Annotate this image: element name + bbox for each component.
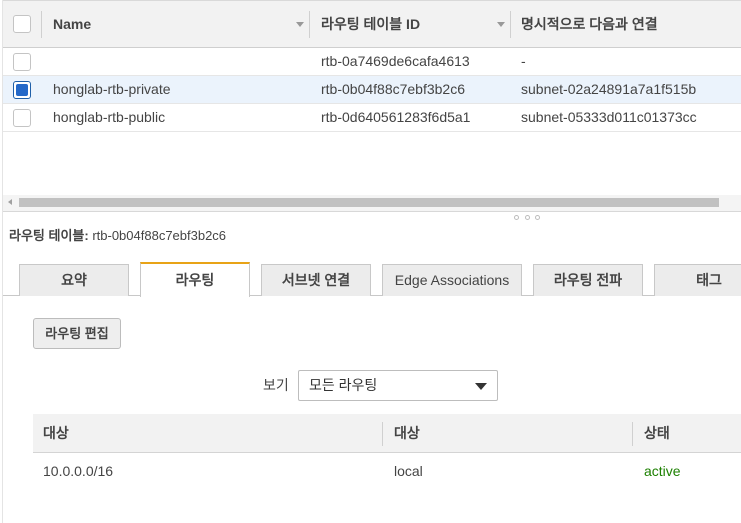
route-status: active bbox=[644, 463, 681, 479]
chevron-down-icon[interactable] bbox=[475, 383, 487, 390]
routes-table: 대상 대상 상태 10.0.0.0/16 local active bbox=[33, 414, 741, 489]
route-row: 10.0.0.0/16 local active bbox=[33, 453, 741, 489]
horizontal-scrollbar[interactable] bbox=[3, 195, 741, 211]
column-separator bbox=[382, 422, 383, 446]
table-row-selected[interactable]: honglab-rtb-private rtb-0b04f88c7ebf3b2c… bbox=[3, 76, 741, 104]
column-header-status: 상태 bbox=[644, 425, 670, 441]
route-tables-table: Name 라우팅 테이블 ID 명시적으로 다음과 연결 rtb-0a7469d… bbox=[3, 0, 741, 132]
tab-summary[interactable]: 요약 bbox=[19, 264, 129, 296]
routes-table-header: 대상 대상 상태 bbox=[33, 414, 741, 453]
row-association: subnet-02a24891a7a1f515b bbox=[521, 81, 697, 97]
detail-title-value: rtb-0b04f88c7ebf3b2c6 bbox=[92, 228, 227, 243]
tab-subnet-associations[interactable]: 서브넷 연결 bbox=[261, 264, 371, 296]
column-separator bbox=[510, 11, 511, 38]
row-checkbox-checked[interactable] bbox=[13, 81, 31, 99]
row-name: honglab-rtb-private bbox=[53, 81, 171, 97]
route-destination: 10.0.0.0/16 bbox=[43, 463, 114, 479]
view-label: 보기 bbox=[263, 377, 289, 393]
row-route-table-id: rtb-0d640561283f6d5a1 bbox=[321, 109, 471, 125]
splitter-grip-icon[interactable] bbox=[514, 215, 540, 221]
row-checkbox[interactable] bbox=[13, 109, 31, 127]
tab-edge-associations[interactable]: Edge Associations bbox=[382, 264, 522, 296]
column-header-explicit-association[interactable]: 명시적으로 다음과 연결 bbox=[521, 1, 658, 48]
row-checkbox[interactable] bbox=[13, 53, 31, 71]
scrollbar-thumb[interactable] bbox=[19, 198, 719, 207]
column-header-route-table-id[interactable]: 라우팅 테이블 ID bbox=[321, 1, 420, 48]
detail-tabs: 요약 라우팅 서브넷 연결 Edge Associations 라우팅 전파 태… bbox=[3, 262, 741, 297]
pane-splitter[interactable] bbox=[3, 211, 741, 220]
view-filter-value: 모든 라우팅 bbox=[309, 377, 378, 393]
tab-route-propagation[interactable]: 라우팅 전파 bbox=[533, 264, 643, 296]
table-header: Name 라우팅 테이블 ID 명시적으로 다음과 연결 bbox=[3, 0, 741, 48]
tab-routes[interactable]: 라우팅 bbox=[140, 262, 250, 297]
detail-title-label: 라우팅 테이블: bbox=[9, 228, 89, 243]
edit-routes-button[interactable]: 라우팅 편집 bbox=[33, 318, 121, 349]
column-separator bbox=[309, 11, 310, 38]
table-row[interactable]: honglab-rtb-public rtb-0d640561283f6d5a1… bbox=[3, 104, 741, 132]
sort-caret-icon[interactable] bbox=[296, 22, 304, 27]
detail-title: 라우팅 테이블: rtb-0b04f88c7ebf3b2c6 bbox=[9, 225, 226, 244]
tab-tags[interactable]: 태그 bbox=[654, 264, 741, 296]
view-filter-select[interactable]: 모든 라우팅 bbox=[298, 370, 498, 401]
row-route-table-id: rtb-0a7469de6cafa4613 bbox=[321, 53, 470, 69]
column-header-name[interactable]: Name bbox=[53, 1, 91, 48]
column-header-target: 대상 bbox=[394, 425, 420, 441]
row-name: honglab-rtb-public bbox=[53, 109, 166, 125]
sort-caret-icon[interactable] bbox=[497, 22, 505, 27]
route-target: local bbox=[394, 463, 423, 479]
row-association: subnet-05333d011c01373cc bbox=[521, 109, 697, 125]
column-separator bbox=[41, 11, 42, 38]
scroll-left-arrow-icon[interactable] bbox=[8, 199, 12, 205]
select-all-checkbox[interactable] bbox=[13, 15, 31, 33]
table-row[interactable]: rtb-0a7469de6cafa4613 - bbox=[3, 48, 741, 76]
column-separator bbox=[632, 422, 633, 446]
row-route-table-id: rtb-0b04f88c7ebf3b2c6 bbox=[321, 81, 465, 97]
column-header-destination: 대상 bbox=[43, 425, 69, 441]
row-association: - bbox=[521, 53, 526, 69]
